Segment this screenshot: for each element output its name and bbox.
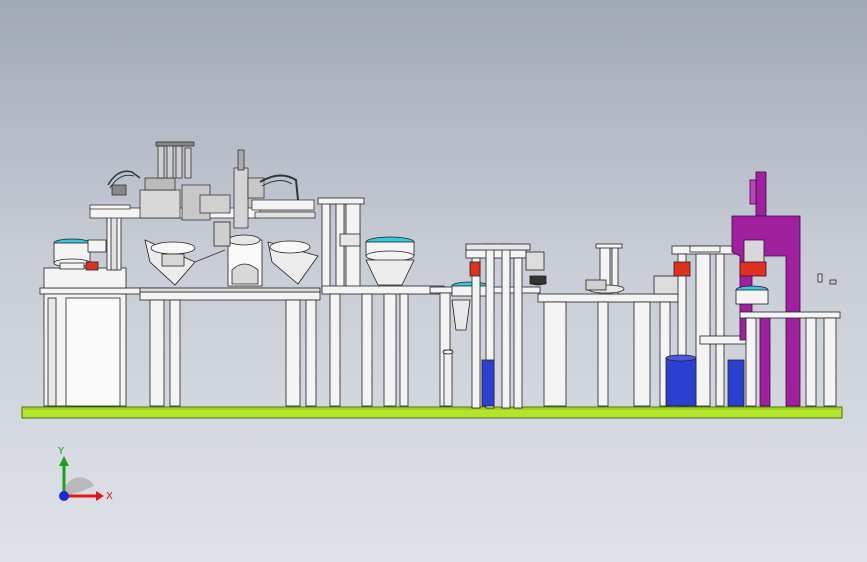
y-axis-arrowhead xyxy=(59,456,69,466)
z-axis-dot xyxy=(59,491,69,501)
y-axis-label: Y xyxy=(57,446,65,457)
floor-plate xyxy=(21,406,843,419)
x-axis-label: X xyxy=(106,491,113,502)
center-gantry-frame xyxy=(317,197,445,407)
x-axis-arrowhead xyxy=(96,491,104,501)
right-middle-table xyxy=(537,243,683,407)
gantry-robot xyxy=(89,141,316,229)
middle-tower-station xyxy=(465,243,547,409)
coordinate-triad[interactable]: X Y xyxy=(57,446,113,502)
cad-model-viewport[interactable]: X Y xyxy=(0,0,867,562)
main-work-table xyxy=(139,221,321,407)
hopper-station xyxy=(665,245,747,407)
assembly-line-drawing: X Y xyxy=(21,141,843,502)
